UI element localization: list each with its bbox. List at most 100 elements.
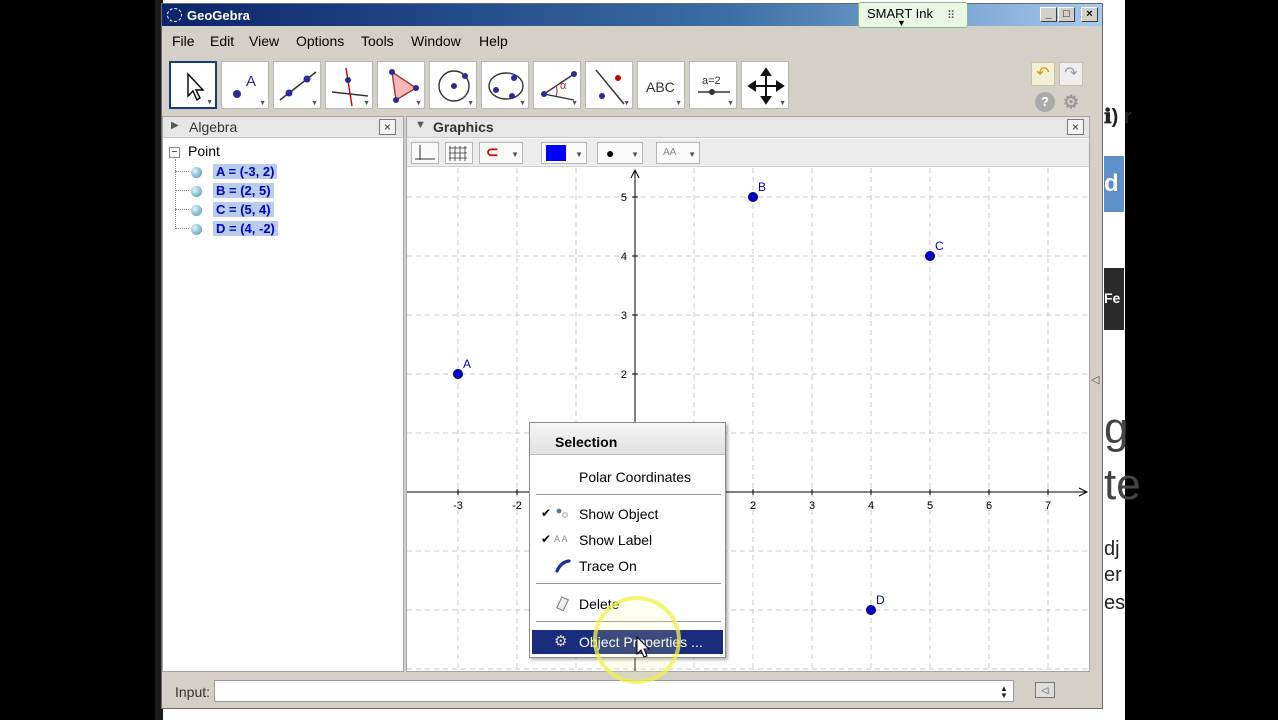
dropdown-arrow-icon: ▼ <box>311 100 318 107</box>
perpendicular-tool-button[interactable]: ▼ <box>325 61 373 109</box>
menu-item-label: Polar Coordinates <box>579 469 692 485</box>
history-spinner-icon[interactable]: ▲ ▼ <box>1000 685 1008 700</box>
undo-button[interactable]: ↶ <box>1031 62 1055 86</box>
svg-text:α: α <box>560 80 567 92</box>
tree-branch <box>175 171 189 172</box>
color-button[interactable]: ▼ <box>541 142 587 164</box>
algebra-title: Algebra <box>189 119 238 135</box>
input-label: Input: <box>175 684 211 700</box>
data-point-d[interactable] <box>866 605 876 615</box>
menu-window[interactable]: Window <box>411 33 461 49</box>
menu-file[interactable]: File <box>172 33 195 49</box>
show-axes-button[interactable] <box>411 142 439 164</box>
move-graphics-tool-button[interactable]: ▼ <box>741 61 789 109</box>
visibility-toggle-icon[interactable] <box>191 186 202 197</box>
menu-item-trace-on[interactable]: Trace On <box>532 554 723 578</box>
point-label: C <box>935 239 944 253</box>
label-style-button[interactable]: AA ▼ <box>656 142 700 164</box>
algebra-item-label: B = (2, 5) <box>213 183 274 198</box>
data-point-c[interactable] <box>925 251 935 261</box>
menu-edit[interactable]: Edit <box>210 33 234 49</box>
graphics-canvas[interactable]: -3 -2 2 3 4 5 6 7 2 3 4 5 A B C D <box>407 168 1089 671</box>
x-tick-label: 6 <box>986 500 992 512</box>
angle-tool-button[interactable]: α ▼ <box>533 61 581 109</box>
point-style-button[interactable]: ● ▼ <box>597 142 643 164</box>
coordinate-plane[interactable]: -3 -2 2 3 4 5 6 7 2 3 4 5 A B C D <box>407 168 1089 671</box>
slider-tool-button[interactable]: a=2 ▼ <box>689 61 737 109</box>
dropdown-arrow-icon: ▼ <box>623 100 630 107</box>
point-tool-button[interactable]: A ▼ <box>221 61 269 109</box>
bg-fragment: Fe <box>1104 268 1124 330</box>
input-field[interactable] <box>214 680 1014 702</box>
dropdown-arrow-icon: ▼ <box>897 18 906 28</box>
collapse-triangle-icon[interactable]: ▶ <box>171 120 179 131</box>
menu-options[interactable]: Options <box>296 33 344 49</box>
menu-item-show-object[interactable]: ✔ Show Object <box>532 502 723 526</box>
point-label: A <box>463 357 471 371</box>
data-point-b[interactable] <box>748 192 758 202</box>
svg-text:ABC: ABC <box>646 79 675 95</box>
dropdown-arrow-icon: ▼ <box>575 150 583 159</box>
bg-fragment: es <box>1104 592 1126 614</box>
minimize-button[interactable]: _ <box>1040 7 1057 22</box>
menu-help[interactable]: Help <box>479 33 508 49</box>
graphics-style-bar: ⊂ ▼ ▼ ● ▼ AA ▼ <box>407 139 1089 167</box>
visibility-toggle-icon[interactable] <box>191 205 202 216</box>
point-capturing-button[interactable]: ⊂ ▼ <box>479 142 523 164</box>
screen: ℹ) r d Fe g te dj er es GeoGebra _ □ × S… <box>0 0 1278 720</box>
collapse-triangle-icon[interactable]: ▼ <box>415 119 426 131</box>
menu-view[interactable]: View <box>249 33 279 49</box>
tree-group-point[interactable]: − Point <box>169 143 220 159</box>
trace-icon <box>554 558 572 574</box>
window-title: GeoGebra <box>187 8 250 23</box>
menu-item-label: Show Object <box>579 506 659 522</box>
dropdown-arrow-icon: ▼ <box>363 100 370 107</box>
conic-tool-button[interactable]: ▼ <box>481 61 529 109</box>
close-algebra-button[interactable]: × <box>379 119 396 135</box>
gear-icon[interactable]: ⚙ <box>1061 92 1081 112</box>
side-panel-toggle-icon[interactable]: ◁ <box>1091 373 1099 386</box>
axes-icon <box>415 145 435 160</box>
graphics-title: Graphics <box>433 119 494 135</box>
visibility-toggle-icon[interactable] <box>191 167 202 178</box>
background-webpage: ℹ) r d Fe g te dj er es <box>1104 0 1141 720</box>
line-tool-button[interactable]: ▼ <box>273 61 321 109</box>
data-point-a[interactable] <box>453 369 463 379</box>
reflect-tool-button[interactable]: ▼ <box>585 61 633 109</box>
smart-ink-toolbar[interactable]: SMART Ink ⠿ ▼ <box>858 2 968 28</box>
tree-branch <box>175 228 189 229</box>
visibility-toggle-icon[interactable] <box>191 224 202 235</box>
menu-item-polar-coordinates[interactable]: Polar Coordinates <box>532 465 723 489</box>
grid-icon <box>449 146 467 161</box>
dropdown-arrow-icon: ▼ <box>688 150 696 159</box>
menu-tools[interactable]: Tools <box>361 33 394 49</box>
tree-branch <box>175 190 189 191</box>
keyboard-toggle-icon[interactable]: ◁ <box>1035 682 1055 698</box>
dropdown-arrow-icon: ▼ <box>511 150 519 159</box>
y-tick-label: 4 <box>621 251 627 263</box>
algebra-item-label: D = (4, -2) <box>213 221 278 236</box>
maximize-button[interactable]: □ <box>1058 7 1075 22</box>
show-object-icon <box>554 506 572 522</box>
dropdown-arrow-icon: ▼ <box>779 100 786 107</box>
text-tool-button[interactable]: ABC ▼ <box>637 61 685 109</box>
grip-icon[interactable]: ⠿ <box>947 9 955 22</box>
redo-button[interactable]: ↷ <box>1059 62 1083 86</box>
dropdown-arrow-icon: ▼ <box>519 100 526 107</box>
move-tool-button[interactable]: ▼ <box>169 61 217 109</box>
gear-icon: ⚙ <box>554 633 568 650</box>
point-label: D <box>876 593 885 607</box>
collapse-minus-icon[interactable]: − <box>169 146 180 158</box>
graphics-view: ▼ Graphics × ⊂ ▼ ▼ ● ▼ AA ▼ -3 -2 2 3 4 … <box>406 116 1090 672</box>
close-graphics-button[interactable]: × <box>1067 119 1084 135</box>
bg-fragment: te <box>1104 460 1141 509</box>
check-icon: ✔ <box>541 506 552 520</box>
x-tick-label: -3 <box>453 500 463 512</box>
show-grid-button[interactable] <box>445 142 473 164</box>
circle-tool-button[interactable]: ▼ <box>429 61 477 109</box>
close-window-button[interactable]: × <box>1081 7 1098 22</box>
tree-connector <box>175 159 176 229</box>
menu-item-show-label[interactable]: ✔ A A Show Label <box>532 528 723 552</box>
polygon-tool-button[interactable]: ▼ <box>377 61 425 109</box>
help-icon[interactable]: ? <box>1035 92 1055 112</box>
